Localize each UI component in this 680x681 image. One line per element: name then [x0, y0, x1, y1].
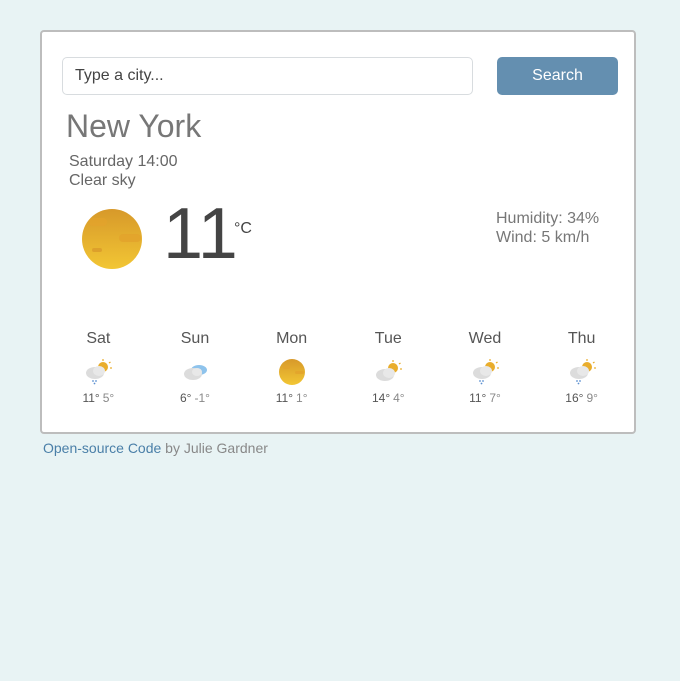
open-source-code-link[interactable]: Open-source Code: [43, 440, 161, 456]
clear-sky-icon: [82, 209, 142, 269]
forecast-temps: 16° 9°: [533, 391, 630, 405]
forecast-min: -1°: [194, 391, 210, 405]
forecast-day-name: Thu: [567, 330, 596, 347]
forecast-max: 11°: [82, 391, 100, 405]
forecast-temps: 11° 5°: [50, 391, 147, 405]
author-credit: by Julie Gardner: [161, 440, 268, 456]
forecast-day-name: Mon: [276, 330, 308, 347]
cloud-icon: [183, 365, 207, 380]
forecast-min: 1°: [296, 391, 308, 405]
wind: Wind: 5 km/h: [496, 229, 590, 246]
forecast-temps: 11° 1°: [243, 391, 340, 405]
city-name: New York: [66, 108, 202, 144]
current-description: Clear sky: [69, 172, 136, 189]
temperature-unit[interactable]: °C: [234, 220, 252, 238]
forecast-min: 4°: [393, 391, 405, 405]
forecast: Sat 11° 5° Sun 6° -1° Mon 11° 1° Tue 14°…: [50, 330, 630, 405]
forecast-min: 5°: [102, 391, 115, 405]
footer: Open-source Code by Julie Gardner: [43, 440, 268, 456]
search-button[interactable]: Search: [497, 57, 618, 95]
forecast-max: 6°: [180, 391, 192, 405]
weather-card: Search New York Saturday 14:00 Clear sky…: [40, 30, 636, 434]
forecast-day: Tue 14° 4°: [340, 330, 437, 405]
forecast-max: 16°: [565, 391, 584, 405]
forecast-max: 14°: [371, 391, 391, 405]
current-temperature: 11: [163, 194, 238, 274]
cloud-sun-rain-icon: [86, 359, 113, 385]
humidity: Humidity: 34%: [496, 210, 600, 227]
forecast-day-name: Sun: [180, 330, 210, 347]
forecast-min: 7°: [489, 391, 501, 405]
cloud-sun-icon: [376, 360, 403, 381]
forecast-day: Thu 16° 9°: [533, 330, 630, 405]
cloud-sun-rain-icon: [569, 359, 596, 385]
forecast-temps: 11° 7°: [437, 391, 534, 405]
current-datetime: Saturday 14:00: [69, 153, 178, 170]
forecast-day-name: Wed: [468, 330, 502, 347]
forecast-day: Wed 11° 7°: [437, 330, 534, 405]
current-details: Humidity: 34% Wind: 5 km/h: [496, 209, 599, 247]
forecast-temps: 6° -1°: [147, 391, 244, 405]
forecast-max: 11°: [469, 391, 487, 405]
forecast-min: 9°: [586, 391, 598, 405]
forecast-day: Mon 11° 1°: [243, 330, 340, 405]
forecast-day-name: Tue: [374, 330, 402, 347]
forecast-temps: 14° 4°: [340, 391, 437, 405]
forecast-day: Sun 6° -1°: [147, 330, 244, 405]
city-search-input[interactable]: [62, 57, 473, 95]
forecast-day: Sat 11° 5°: [50, 330, 147, 405]
cloud-sun-rain-icon: [472, 359, 499, 385]
current-meta: Saturday 14:00 Clear sky: [69, 152, 178, 190]
forecast-max: 11°: [275, 391, 294, 405]
clear-sky-icon: [278, 359, 305, 385]
forecast-day-name: Sat: [86, 330, 111, 347]
